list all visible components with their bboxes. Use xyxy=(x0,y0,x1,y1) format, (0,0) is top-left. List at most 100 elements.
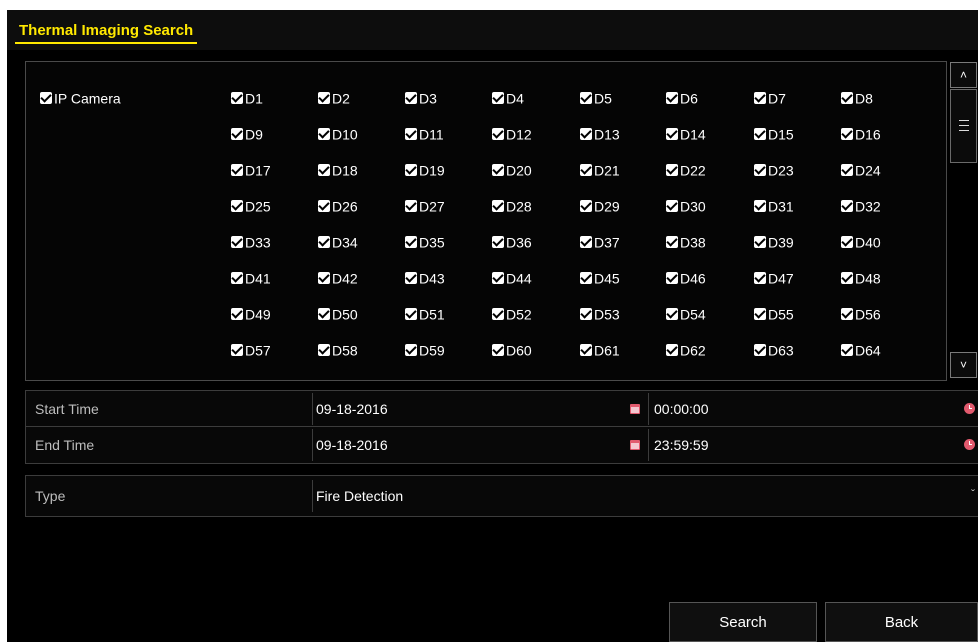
camera-label: D54 xyxy=(680,306,706,323)
end-date-field[interactable]: 09-18-2016 xyxy=(316,427,388,463)
camera-list-scrollbar[interactable]: ˄ ˅ xyxy=(948,61,978,379)
search-button[interactable]: Search xyxy=(669,602,817,642)
checkbox-checked-icon xyxy=(492,272,504,285)
camera-checkbox[interactable]: D28 xyxy=(492,197,532,214)
type-select[interactable]: Fire Detection xyxy=(316,478,403,514)
title-bar: Thermal Imaging Search xyxy=(7,10,978,50)
camera-checkbox[interactable]: D2 xyxy=(318,89,350,106)
calendar-icon[interactable] xyxy=(630,440,640,450)
camera-checkbox[interactable]: D63 xyxy=(754,341,794,358)
scroll-down-icon[interactable]: ˅ xyxy=(950,352,977,378)
checkbox-checked-icon xyxy=(231,236,243,249)
camera-checkbox[interactable]: D26 xyxy=(318,197,358,214)
camera-checkbox[interactable]: D46 xyxy=(666,269,706,286)
camera-checkbox[interactable]: D7 xyxy=(754,89,786,106)
checkbox-checked-icon xyxy=(841,344,853,357)
camera-checkbox[interactable]: D19 xyxy=(405,161,445,178)
checkbox-checked-icon xyxy=(841,236,853,249)
camera-checkbox[interactable]: D54 xyxy=(666,305,706,322)
type-row: Type Fire Detection ˇ xyxy=(26,478,978,514)
camera-checkbox[interactable]: D20 xyxy=(492,161,532,178)
camera-checkbox[interactable]: D35 xyxy=(405,233,445,250)
camera-checkbox[interactable]: D5 xyxy=(580,89,612,106)
scroll-up-icon[interactable]: ˄ xyxy=(950,62,977,88)
camera-label: D15 xyxy=(768,126,794,143)
camera-checkbox[interactable]: D40 xyxy=(841,233,881,250)
camera-checkbox[interactable]: D57 xyxy=(231,341,271,358)
camera-checkbox[interactable]: D50 xyxy=(318,305,358,322)
camera-label: D28 xyxy=(506,198,532,215)
camera-checkbox[interactable]: D43 xyxy=(405,269,445,286)
camera-checkbox[interactable]: D58 xyxy=(318,341,358,358)
camera-checkbox[interactable]: D38 xyxy=(666,233,706,250)
camera-checkbox[interactable]: D53 xyxy=(580,305,620,322)
camera-checkbox[interactable]: D47 xyxy=(754,269,794,286)
clock-icon[interactable] xyxy=(964,403,975,414)
camera-checkbox[interactable]: D59 xyxy=(405,341,445,358)
camera-checkbox[interactable]: D45 xyxy=(580,269,620,286)
camera-label: D23 xyxy=(768,162,794,179)
camera-checkbox[interactable]: D23 xyxy=(754,161,794,178)
start-time-field[interactable]: 00:00:00 xyxy=(654,391,709,427)
camera-checkbox[interactable]: D6 xyxy=(666,89,698,106)
camera-checkbox[interactable]: D62 xyxy=(666,341,706,358)
camera-checkbox[interactable]: D15 xyxy=(754,125,794,142)
camera-label: D9 xyxy=(245,126,263,143)
checkbox-checked-icon xyxy=(231,128,243,141)
camera-checkbox[interactable]: D61 xyxy=(580,341,620,358)
camera-checkbox[interactable]: D17 xyxy=(231,161,271,178)
chevron-down-icon[interactable]: ˇ xyxy=(971,487,975,501)
camera-checkbox[interactable]: D60 xyxy=(492,341,532,358)
camera-label: D19 xyxy=(419,162,445,179)
checkbox-checked-icon xyxy=(666,308,678,321)
camera-checkbox[interactable]: D24 xyxy=(841,161,881,178)
camera-checkbox[interactable]: D30 xyxy=(666,197,706,214)
clock-icon[interactable] xyxy=(964,439,975,450)
camera-checkbox[interactable]: D10 xyxy=(318,125,358,142)
camera-checkbox[interactable]: D1 xyxy=(231,89,263,106)
camera-checkbox[interactable]: D25 xyxy=(231,197,271,214)
camera-checkbox[interactable]: D22 xyxy=(666,161,706,178)
camera-checkbox[interactable]: D37 xyxy=(580,233,620,250)
camera-checkbox[interactable]: D33 xyxy=(231,233,271,250)
camera-checkbox[interactable]: D32 xyxy=(841,197,881,214)
camera-checkbox[interactable]: D3 xyxy=(405,89,437,106)
camera-label: D3 xyxy=(419,90,437,107)
tab-thermal-imaging-search[interactable]: Thermal Imaging Search xyxy=(15,20,198,44)
ip-camera-checkbox[interactable]: IP Camera xyxy=(40,89,121,106)
camera-checkbox[interactable]: D52 xyxy=(492,305,532,322)
camera-checkbox[interactable]: D4 xyxy=(492,89,524,106)
camera-checkbox[interactable]: D11 xyxy=(405,125,444,142)
camera-checkbox[interactable]: D44 xyxy=(492,269,532,286)
end-time-field[interactable]: 23:59:59 xyxy=(654,427,709,463)
camera-checkbox[interactable]: D34 xyxy=(318,233,358,250)
camera-checkbox[interactable]: D51 xyxy=(405,305,445,322)
camera-checkbox[interactable]: D27 xyxy=(405,197,445,214)
camera-checkbox[interactable]: D9 xyxy=(231,125,263,142)
camera-checkbox[interactable]: D56 xyxy=(841,305,881,322)
camera-checkbox[interactable]: D12 xyxy=(492,125,532,142)
calendar-icon[interactable] xyxy=(630,404,640,414)
camera-checkbox[interactable]: D49 xyxy=(231,305,271,322)
camera-checkbox[interactable]: D21 xyxy=(580,161,620,178)
camera-checkbox[interactable]: D39 xyxy=(754,233,794,250)
camera-checkbox[interactable]: D29 xyxy=(580,197,620,214)
camera-checkbox[interactable]: D31 xyxy=(754,197,794,214)
camera-checkbox[interactable]: D14 xyxy=(666,125,706,142)
camera-checkbox[interactable]: D18 xyxy=(318,161,358,178)
camera-checkbox[interactable]: D64 xyxy=(841,341,881,358)
checkbox-checked-icon xyxy=(405,272,417,285)
back-button[interactable]: Back xyxy=(825,602,978,642)
checkbox-checked-icon xyxy=(405,308,417,321)
camera-checkbox[interactable]: D16 xyxy=(841,125,881,142)
camera-checkbox[interactable]: D8 xyxy=(841,89,873,106)
scroll-thumb[interactable] xyxy=(950,89,977,163)
camera-checkbox[interactable]: D36 xyxy=(492,233,532,250)
camera-checkbox[interactable]: D42 xyxy=(318,269,358,286)
camera-checkbox[interactable]: D41 xyxy=(231,269,271,286)
camera-selection-panel: IP Camera D1 D2 D3 D4 D5 D6 D7 D8 D9 D10 D11 D12 D13… xyxy=(25,61,947,381)
camera-checkbox[interactable]: D48 xyxy=(841,269,881,286)
start-date-field[interactable]: 09-18-2016 xyxy=(316,391,388,427)
camera-checkbox[interactable]: D55 xyxy=(754,305,794,322)
camera-checkbox[interactable]: D13 xyxy=(580,125,620,142)
